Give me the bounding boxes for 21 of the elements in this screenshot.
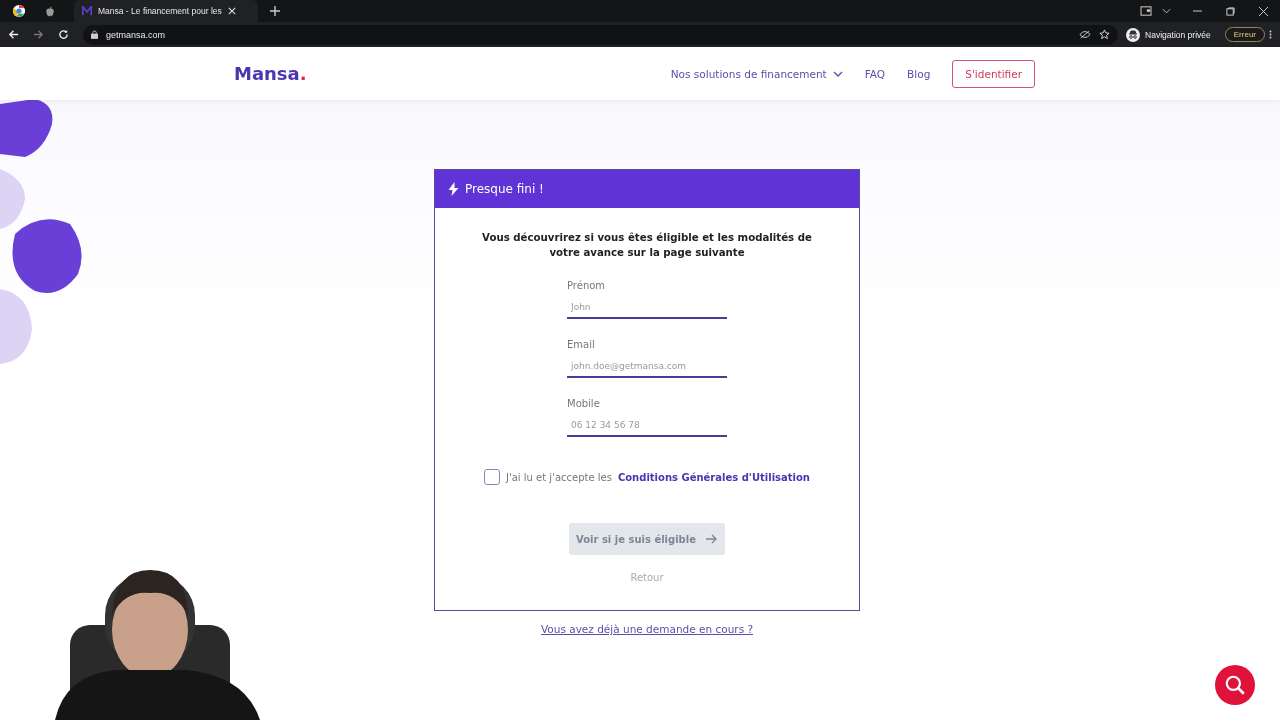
field-label: Prénom [567, 280, 607, 291]
input-field[interactable]: 06 12 34 56 78 [567, 415, 727, 437]
card-title: Presque fini ! [465, 182, 544, 196]
nav-link[interactable]: Blog [907, 67, 931, 80]
address-bar[interactable]: getmansa.com [83, 24, 1119, 45]
nav-dropdown[interactable]: Nos solutions de financement [670, 67, 843, 80]
tab-title: Mansa - Le financement pour les [98, 6, 222, 16]
terms-link[interactable]: Conditions Générales d'Utilisation [617, 471, 810, 483]
intro-text: Vous découvrirez si vous êtes éligible et les modalités de votre avance sur la page suivante [481, 231, 813, 260]
field-label: Mobile [567, 398, 601, 409]
profile-button[interactable]: Navigation privée [1126, 27, 1211, 42]
field-label: Email [567, 339, 596, 350]
login-button[interactable]: S'identifier [952, 59, 1035, 88]
browser-tab[interactable]: Mansa - Le financement pour les [74, 0, 258, 22]
existing-request-link[interactable]: Vous avez déjà une demande en cours ? [540, 623, 753, 635]
site-logo[interactable]: Mansa. [234, 63, 307, 84]
input-field[interactable]: john.doe@getmansa.com [567, 356, 727, 378]
nav-link[interactable]: FAQ [864, 67, 886, 80]
error-button[interactable]: Erreur [1224, 27, 1265, 42]
input-field[interactable]: John [567, 297, 727, 319]
terms-text: J'ai lu et j'accepte les [506, 471, 612, 483]
